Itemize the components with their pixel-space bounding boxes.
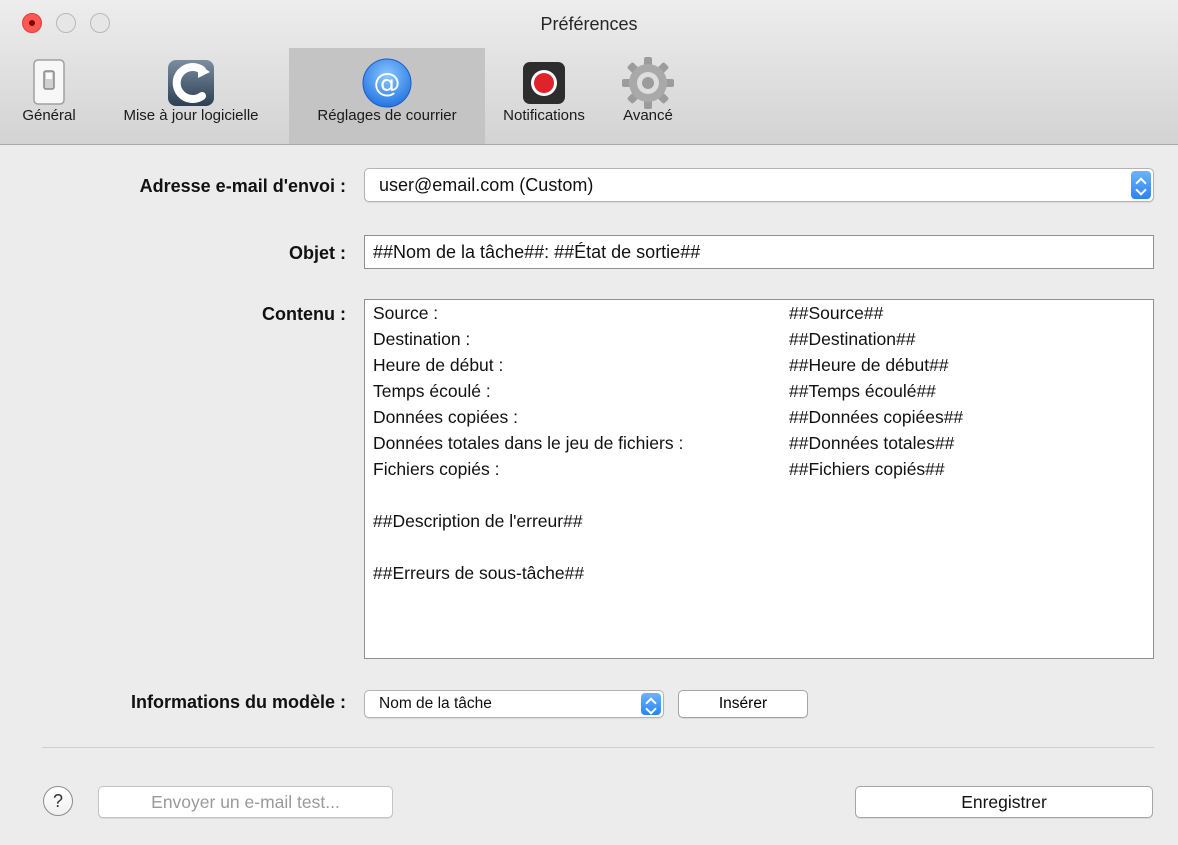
content-line: Source : ##Source## bbox=[365, 300, 1153, 326]
titlebar: Préférences Général Mise à jour logiciel… bbox=[0, 0, 1178, 145]
content-line-label: ##Erreurs de sous-tâche## bbox=[373, 563, 585, 583]
sender-address-select[interactable]: user@email.com (Custom) bbox=[364, 168, 1154, 202]
content-line: Données totales dans le jeu de fichiers … bbox=[365, 430, 1153, 456]
content-line: Fichiers copiés : ##Fichiers copiés## bbox=[365, 456, 1153, 482]
content-line-label: Données totales dans le jeu de fichiers … bbox=[373, 433, 684, 453]
send-test-email-button[interactable]: Envoyer un e-mail test... bbox=[98, 786, 393, 818]
gear-icon bbox=[622, 57, 674, 109]
content-line: Heure de début : ##Heure de début## bbox=[365, 352, 1153, 378]
content-line bbox=[365, 534, 1153, 560]
chevron-updown-icon bbox=[1131, 171, 1151, 199]
tab-general-label: Général bbox=[22, 107, 76, 124]
content-line-token: ##Données copiées## bbox=[789, 407, 964, 427]
tab-notifications-label: Notifications bbox=[503, 107, 585, 124]
help-button[interactable]: ? bbox=[43, 786, 73, 816]
sender-address-label: Adresse e-mail d'envoi : bbox=[139, 176, 346, 196]
content-line-label: Fichiers copiés : bbox=[373, 459, 500, 479]
tab-notifications[interactable]: Notifications bbox=[488, 48, 600, 144]
chevron-updown-icon bbox=[641, 693, 661, 715]
content-line: ##Erreurs de sous-tâche## bbox=[365, 560, 1153, 586]
content-textarea[interactable]: Source : ##Source## Destination : ##Dest… bbox=[364, 299, 1154, 659]
tab-mail-settings[interactable]: @ Réglages de courrier bbox=[289, 48, 485, 144]
content-line-token: ##Heure de début## bbox=[789, 355, 949, 375]
template-info-label: Informations du modèle : bbox=[130, 692, 346, 712]
subject-label: Objet : bbox=[289, 243, 346, 263]
insert-button[interactable]: Insérer bbox=[678, 690, 808, 718]
tab-software-update-label: Mise à jour logicielle bbox=[123, 107, 259, 124]
content-line-token: ##Fichiers copiés## bbox=[789, 459, 945, 479]
content-line-label: Destination : bbox=[373, 329, 471, 349]
content-line-token: ##Source## bbox=[789, 303, 884, 323]
template-field-select[interactable]: Nom de la tâche bbox=[364, 690, 664, 718]
divider bbox=[42, 747, 1154, 748]
tab-advanced-label: Avancé bbox=[623, 107, 673, 124]
subject-value: ##Nom de la tâche##: ##État de sortie## bbox=[373, 241, 701, 262]
content-line-label: ##Description de l'erreur## bbox=[373, 511, 583, 531]
template-field-value: Nom de la tâche bbox=[379, 695, 492, 712]
notification-record-icon bbox=[523, 62, 565, 104]
tab-software-update[interactable]: Mise à jour logicielle bbox=[96, 48, 286, 144]
content-line-token: ##Données totales## bbox=[789, 433, 955, 453]
content-label: Contenu : bbox=[262, 304, 346, 324]
content-line-token: ##Destination## bbox=[789, 329, 916, 349]
content-line-label: Source : bbox=[373, 303, 439, 323]
content-line: Temps écoulé : ##Temps écoulé## bbox=[365, 378, 1153, 404]
content-line-token: ##Temps écoulé## bbox=[789, 381, 936, 401]
svg-text:@: @ bbox=[374, 68, 401, 99]
preferences-window: Préférences Général Mise à jour logiciel… bbox=[0, 0, 1178, 845]
subject-field[interactable]: ##Nom de la tâche##: ##État de sortie## bbox=[364, 235, 1154, 269]
content-line: Données copiées : ##Données copiées## bbox=[365, 404, 1153, 430]
software-update-icon bbox=[168, 60, 214, 106]
sender-address-value: user@email.com (Custom) bbox=[379, 174, 594, 195]
tab-general[interactable]: Général bbox=[4, 48, 94, 144]
save-button[interactable]: Enregistrer bbox=[855, 786, 1153, 818]
content-line-label: Temps écoulé : bbox=[373, 381, 491, 401]
tab-advanced[interactable]: Avancé bbox=[606, 48, 690, 144]
mail-at-icon: @ bbox=[362, 58, 412, 108]
content-line bbox=[365, 482, 1153, 508]
window-title: Préférences bbox=[540, 14, 638, 34]
content-line: Destination : ##Destination## bbox=[365, 326, 1153, 352]
content-line-label: Données copiées : bbox=[373, 407, 518, 427]
content-line-label: Heure de début : bbox=[373, 355, 504, 375]
tab-mail-settings-label: Réglages de courrier bbox=[317, 107, 457, 124]
content-line: ##Description de l'erreur## bbox=[365, 508, 1153, 534]
general-switch-icon bbox=[33, 59, 65, 105]
